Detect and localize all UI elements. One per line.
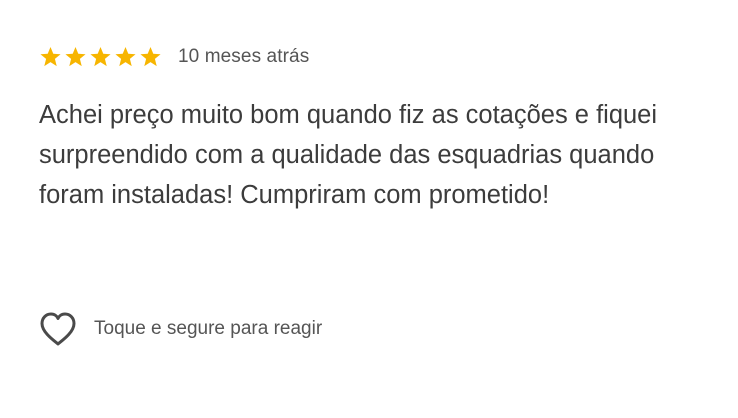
heart-outline-icon[interactable] <box>39 311 77 347</box>
rating-row: 10 meses atrás <box>39 42 709 72</box>
react-button[interactable]: Toque e segure para reagir <box>39 309 322 349</box>
star-icon <box>139 46 162 68</box>
review-card: 10 meses atrás Achei preço muito bom qua… <box>39 42 709 215</box>
star-rating <box>39 46 162 68</box>
star-icon <box>64 46 87 68</box>
react-label: Toque e segure para reagir <box>94 318 323 339</box>
star-icon <box>114 46 137 68</box>
star-icon <box>39 46 62 68</box>
review-text: Achei preço muito bom quando fiz as cota… <box>39 101 658 209</box>
review-time: 10 meses atrás <box>178 46 310 67</box>
star-icon <box>89 46 112 68</box>
